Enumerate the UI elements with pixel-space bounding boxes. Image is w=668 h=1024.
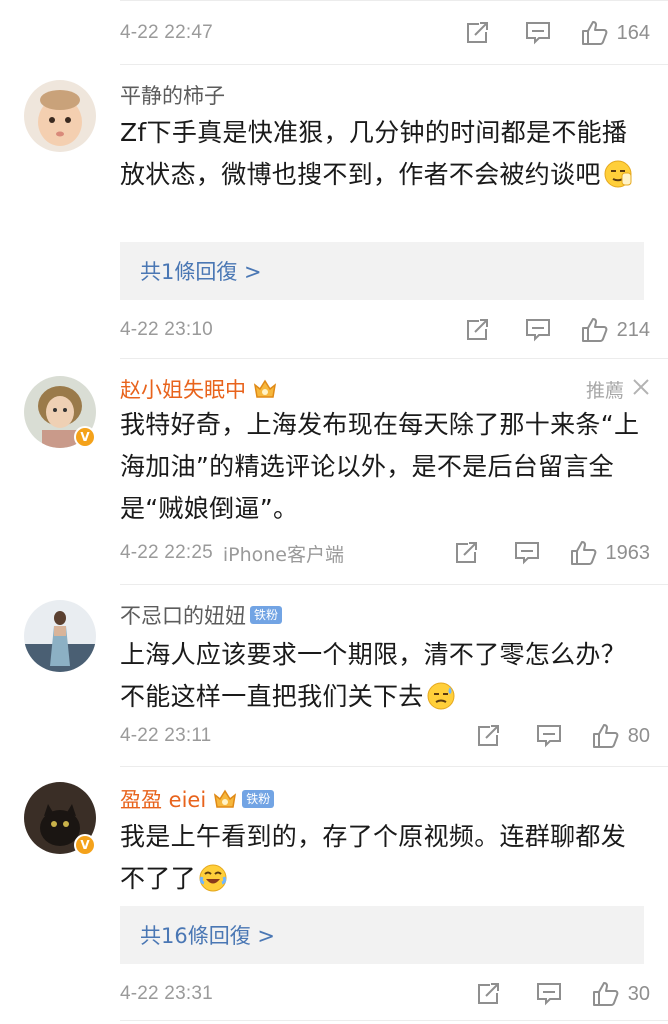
comment-icon: [536, 983, 561, 1006]
reply-summary[interactable]: 共1條回復 >: [120, 242, 644, 300]
like-count: 164: [616, 21, 650, 44]
comment-meta: 4-22 22:25 iPhone客户端 1963: [120, 538, 650, 568]
crown-icon: [252, 377, 278, 401]
avatar[interactable]: [24, 80, 96, 152]
comment-time: 4-22 23:11: [120, 725, 212, 746]
comment-icon: [525, 22, 550, 45]
like-button[interactable]: 30: [592, 981, 650, 1007]
comment-icon: [514, 542, 539, 565]
verified-badge-icon: V: [74, 426, 96, 448]
repost-icon: [466, 319, 488, 340]
like-count: 30: [627, 982, 650, 1005]
avatar[interactable]: [24, 600, 96, 672]
comment-button[interactable]: [525, 21, 551, 45]
name-row: 不忌口的妞妞 铁粉: [120, 600, 650, 630]
name-row: 平静的柿子: [120, 80, 650, 110]
thumbs-up-icon: [581, 21, 608, 45]
username[interactable]: 盈盈 eiei: [120, 784, 206, 814]
like-count: 1963: [605, 541, 651, 564]
reply-summary[interactable]: 共16條回復 >: [120, 906, 644, 964]
comment-meta: 4-22 23:10 214: [120, 315, 650, 345]
comment-text: 上海人应该要求一个期限，清不了零怎么办？不能这样一直把我们关下去: [120, 634, 644, 718]
comment-time: 4-22 23:31: [120, 983, 213, 1004]
comment-button[interactable]: [536, 724, 562, 748]
comment-body: 上海人应该要求一个期限，清不了零怎么办？不能这样一直把我们关下去: [120, 640, 627, 711]
username[interactable]: 平静的柿子: [120, 80, 225, 110]
comment-button[interactable]: [525, 318, 551, 342]
smirk-emoji: [604, 160, 632, 188]
repost-button[interactable]: [476, 982, 502, 1006]
top-divider: [120, 0, 668, 1]
comment-button[interactable]: [536, 982, 562, 1006]
laugh-cry-emoji: [199, 864, 227, 892]
name-row: 盈盈 eiei 铁粉: [120, 784, 650, 814]
comment-divider: [120, 1020, 668, 1021]
comment-body: 我特好奇，上海发布现在每天除了那十来条“上海加油”的精选评论以外，是不是后台留言…: [120, 410, 640, 523]
comment-divider: [120, 766, 668, 767]
like-count: 80: [627, 724, 650, 747]
username[interactable]: 赵小姐失眠中: [120, 374, 246, 404]
close-icon[interactable]: [632, 378, 650, 401]
crown-icon: [212, 787, 238, 811]
like-button[interactable]: 164: [581, 20, 650, 46]
repost-button[interactable]: [465, 21, 491, 45]
thumbs-up-icon: [592, 724, 619, 748]
thumbs-up-icon: [570, 541, 596, 565]
repost-icon: [466, 22, 488, 43]
reply-count-link[interactable]: 共1條回復 >: [140, 256, 262, 286]
verified-badge-icon: V: [74, 834, 96, 856]
repost-icon: [477, 983, 499, 1004]
repost-icon: [477, 725, 499, 746]
comment-time: 4-22 23:10: [120, 319, 213, 340]
name-row: 赵小姐失眠中 推薦: [120, 374, 650, 404]
comment-body: Zf下手真是快准狠，几分钟的时间都是不能播放状态，微博也搜不到，作者不会被约谈吧: [120, 118, 628, 189]
comment-button[interactable]: [514, 541, 540, 565]
comment-text: 我特好奇，上海发布现在每天除了那十来条“上海加油”的精选评论以外，是不是后台留言…: [120, 404, 644, 530]
comment-time: 4-22 22:25: [120, 542, 213, 563]
recommend-label: 推薦: [585, 379, 624, 402]
repost-button[interactable]: [476, 724, 502, 748]
comment-icon: [536, 725, 561, 748]
like-button[interactable]: 1963: [570, 540, 651, 566]
comment-meta: 4-22 23:31 30: [120, 979, 650, 1009]
fan-badge: 铁粉: [242, 790, 275, 808]
repost-icon: [455, 542, 477, 563]
comment-meta: 4-22 23:11 80: [120, 721, 650, 751]
recommend-tag: 推薦: [586, 376, 650, 403]
repost-button[interactable]: [454, 541, 480, 565]
comment-text: 我是上午看到的，存了个原视频。连群聊都发不了了: [120, 816, 644, 900]
comment-divider: [120, 358, 668, 359]
thumbs-up-icon: [592, 982, 619, 1006]
fan-badge: 铁粉: [250, 606, 283, 624]
comment-text: Zf下手真是快准狠，几分钟的时间都是不能播放状态，微博也搜不到，作者不会被约谈吧: [120, 112, 644, 196]
comment-time: 4-22 22:47: [120, 22, 213, 43]
comment-source: iPhone客户端: [222, 543, 344, 566]
reply-count-link[interactable]: 共16條回復 >: [140, 920, 275, 950]
sweat-emoji: [427, 682, 455, 710]
like-button[interactable]: 214: [581, 317, 650, 343]
comment-icon: [525, 319, 550, 342]
comment-meta: 4-22 22:47 164: [120, 18, 650, 48]
repost-button[interactable]: [465, 318, 491, 342]
comment-body: 我是上午看到的，存了个原视频。连群聊都发不了了: [120, 822, 627, 893]
comment-divider: [120, 584, 668, 585]
like-count: 214: [616, 318, 650, 341]
thumbs-up-icon: [581, 318, 608, 342]
username[interactable]: 不忌口的妞妞: [120, 600, 246, 630]
comment-divider: [120, 64, 668, 65]
like-button[interactable]: 80: [592, 723, 650, 749]
